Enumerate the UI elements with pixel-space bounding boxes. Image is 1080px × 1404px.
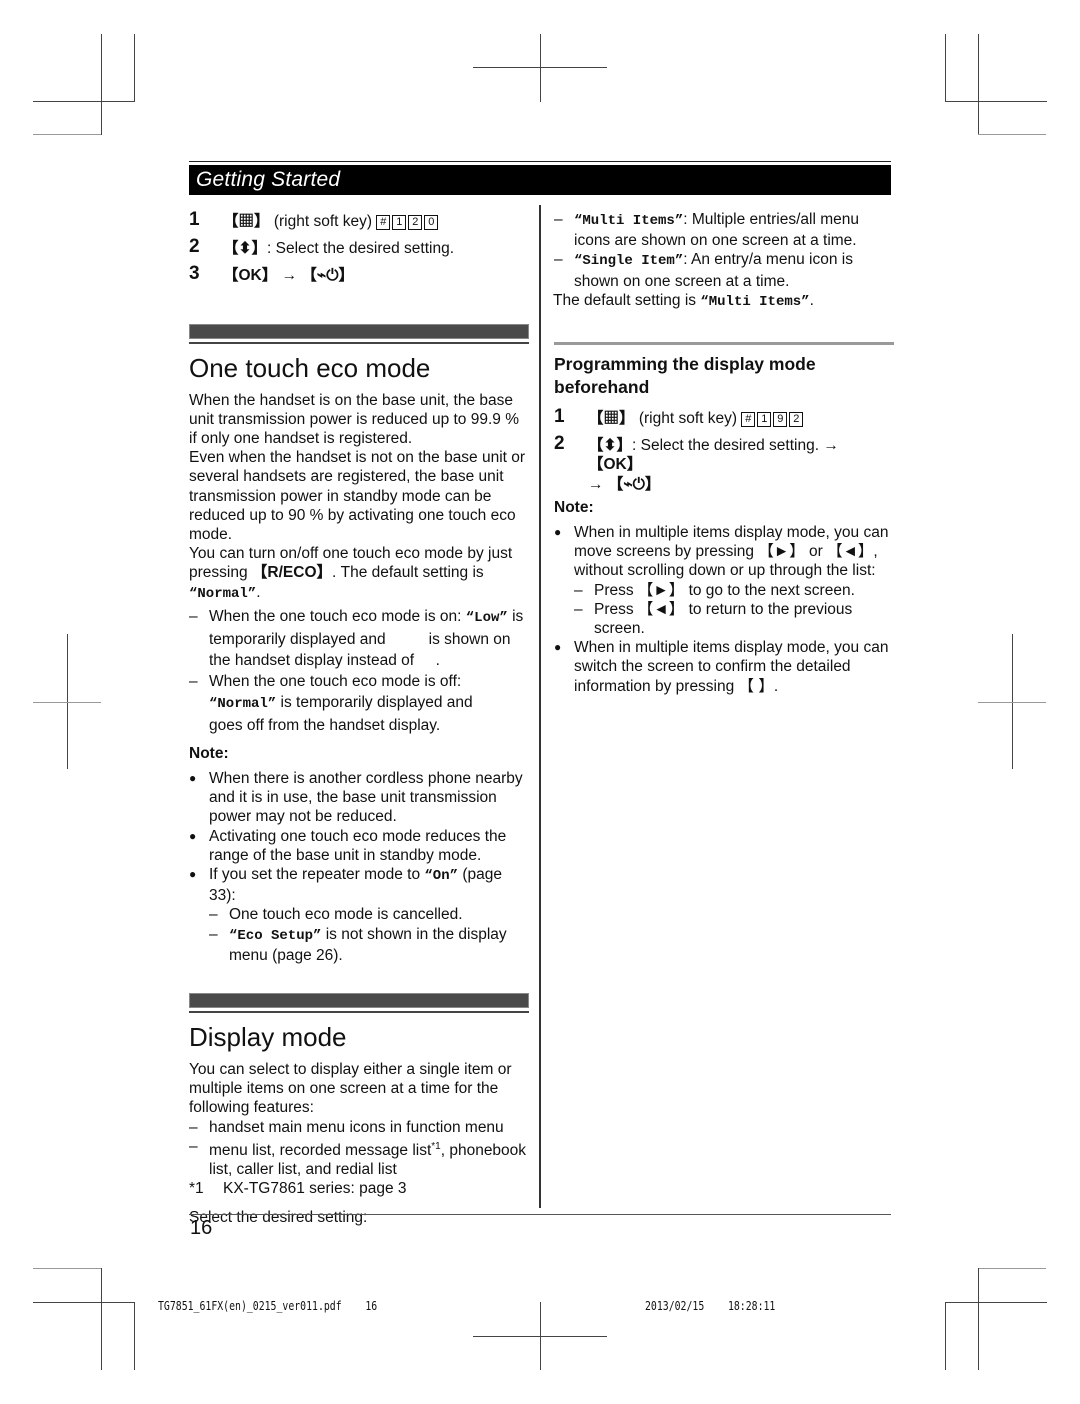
eco-para-1: When the handset is on the base unit, th…: [189, 391, 519, 448]
key-2: 2: [789, 412, 804, 428]
value-multi-items: “Multi Items”: [574, 213, 684, 229]
section-title-eco: One touch eco mode: [189, 352, 431, 383]
value-low: “Low”: [465, 609, 508, 626]
value-normal: “Normal”: [209, 695, 277, 712]
key-hash: #: [376, 215, 391, 230]
step-number: 2: [189, 236, 200, 258]
key-hash: #: [741, 412, 756, 428]
step-1: 1 【▦】 (right soft key) #1 9 2: [554, 406, 894, 428]
arrow-right-icon: →: [588, 475, 604, 493]
display-feature: handset main menu icons in function menu: [189, 1118, 529, 1137]
footnote: *1 KX-TG7861 series: page 3: [189, 1180, 407, 1198]
subsection-bar: [554, 342, 894, 346]
default-setting: The default setting is “Multi Items”.: [553, 291, 814, 310]
arrow-right-icon: →: [823, 437, 839, 455]
note-subitem: “Eco Setup” is not shown in the display …: [189, 925, 529, 965]
step-3: 3 【OK】 → 【⌁⏻】: [189, 263, 529, 285]
header-rule: [189, 161, 891, 162]
section-rule: [189, 1011, 529, 1014]
navigator-key: 【⬍】: [223, 240, 268, 258]
up-down-icon: ⬍: [603, 437, 617, 455]
footnote-ref: *1: [431, 1140, 441, 1152]
note-item: Activating one touch eco mode reduces th…: [189, 827, 529, 865]
step-number: 3: [189, 263, 200, 285]
note-subitem: Press 【◄】 to return to the previous scre…: [554, 600, 894, 638]
note-label: Note:: [554, 498, 594, 516]
page-number: 16: [190, 1217, 213, 1239]
step-2: 2 【⬍】: Select the desired setting.: [189, 236, 454, 258]
step-2: 2 【⬍】: Select the desired setting. → 【OK…: [554, 433, 839, 493]
note-item: When there is another cordless phone nea…: [189, 769, 529, 827]
menu-key: 【▦】: [223, 213, 270, 230]
note-label: Note:: [189, 744, 229, 762]
value-on: “On”: [424, 868, 459, 885]
select-setting-text: Select the desired setting:: [189, 1208, 368, 1226]
option-single-item: “Single Item”: An entry/a menu icon is s…: [554, 250, 894, 290]
key-0: 0: [424, 215, 439, 230]
file-name: TG7851_61FX(en)_0215_ver011.pdf: [158, 1299, 342, 1313]
key-1: 1: [757, 412, 772, 428]
value-normal: “Normal”: [189, 585, 257, 602]
menu-icon: ▦: [238, 213, 255, 230]
subsection-title: Programming the display mode beforehand: [554, 354, 816, 398]
menu-key: 【▦】: [588, 410, 635, 428]
eco-dash-off: When the one touch eco mode is off: “Nor…: [189, 671, 529, 736]
footer-rule: [189, 1214, 891, 1215]
key-1: 1: [392, 215, 407, 230]
column-divider: [539, 205, 541, 1208]
section-header-bar: Getting Started: [189, 165, 891, 195]
value-eco-setup: “Eco Setup”: [229, 927, 322, 944]
value-single-item: “Single Item”: [574, 253, 684, 270]
note-item: When in multiple items display mode, you…: [554, 638, 894, 696]
navigator-key: 【⬍】: [588, 437, 633, 455]
note-item: If you set the repeater mode to “On” (pa…: [189, 865, 529, 905]
left-column: 1 【▦】 (right soft key) #1 2 0 2 【⬍】: Selec…: [189, 209, 529, 1227]
note-subitem: Press 【►】 to go to the next screen.: [554, 581, 894, 600]
section-header-title: Getting Started: [196, 168, 341, 191]
ok-key: 【OK】: [588, 456, 643, 474]
section-bar: [189, 323, 529, 339]
r-eco-key: 【R/ECO】: [251, 564, 332, 582]
right-column: “Multi Items”: Multiple entries/all menu…: [553, 210, 894, 696]
menu-icon: ▦: [603, 410, 620, 428]
eco-para-2: Even when the handset is not on the base…: [189, 449, 526, 544]
up-down-icon: ⬍: [238, 240, 252, 258]
key-2: 2: [408, 215, 423, 230]
step-1: 1 【▦】 (right soft key) #1 2 0: [189, 209, 529, 231]
step-number: 1: [189, 209, 200, 230]
display-intro: You can select to display either a singl…: [189, 1061, 512, 1117]
eco-dash-on: When the one touch eco mode is on: “Low”…: [189, 606, 529, 671]
print-time: 18:28:11: [727, 1299, 776, 1313]
note-item: When in multiple items display mode, you…: [554, 523, 894, 581]
step-number: 1: [554, 406, 565, 428]
display-feature: menu list, recorded message list*1, phon…: [189, 1137, 529, 1180]
step-number: 2: [554, 433, 565, 455]
off-key-icon: 【⌁⏻】: [301, 267, 354, 285]
section-bar: [189, 993, 529, 1009]
ok-key: 【OK】: [223, 267, 278, 285]
print-date: 2013/02/15: [645, 1299, 705, 1313]
note-subitem: One touch eco mode is cancelled.: [189, 905, 529, 924]
section-rule: [189, 341, 529, 344]
arrow-right-icon: →: [281, 267, 298, 285]
section-title-display: Display mode: [189, 1022, 347, 1053]
option-multi-items: “Multi Items”: Multiple entries/all menu…: [554, 210, 894, 250]
key-9: 9: [773, 412, 788, 428]
file-page: 16: [365, 1299, 378, 1313]
eco-para-3: You can turn on/off one touch eco mode b…: [189, 545, 513, 602]
print-timestamp: 2013/02/15 18:28:11: [645, 1299, 775, 1313]
value-multi-items: “Multi Items”: [700, 293, 810, 310]
off-key-icon: 【⌁⏻】: [607, 475, 661, 493]
print-file-info: TG7851_61FX(en)_0215_ver011.pdf 16: [158, 1299, 377, 1313]
